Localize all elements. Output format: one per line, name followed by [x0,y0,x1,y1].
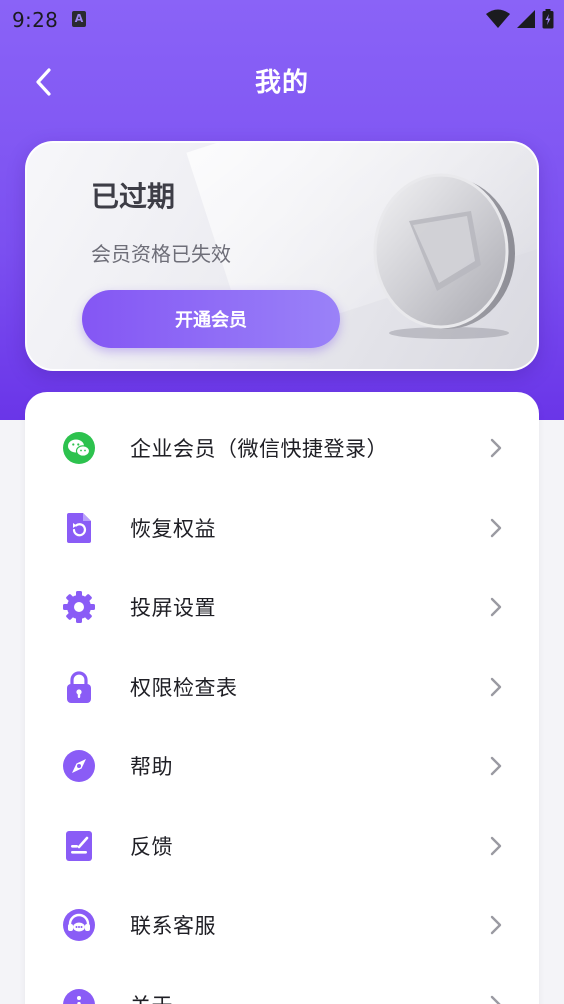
menu-item-label: 反馈 [130,834,173,859]
menu-item-contact-support[interactable]: 联系客服 [25,885,539,964]
menu-item-about[interactable]: 关于 [25,965,539,1004]
page-title: 我的 [254,68,309,98]
feedback-icon [62,829,96,863]
menu-card: 企业会员（微信快捷登录） 恢复权益 投屏设置 权限检查表 帮助 反馈 联系客服 [25,392,539,1004]
wifi-icon [486,9,510,28]
menu-item-label: 帮助 [130,754,173,779]
menu-item-label: 投屏设置 [130,595,216,620]
status-bar: 9:28 A [0,0,564,40]
menu-item-label: 企业会员（微信快捷登录） [130,436,388,461]
menu-item-cast-settings[interactable]: 投屏设置 [25,567,539,646]
my-page: 9:28 A 我的 已过期 会员资格已失效 开通会员 企业会员（微信快捷登录） … [0,0,564,1004]
chevron-right-icon [488,756,504,776]
chevron-right-icon [488,438,504,458]
silver-coin-icon [373,173,515,339]
menu-item-enterprise-member[interactable]: 企业会员（微信快捷登录） [25,408,539,487]
menu-item-label: 权限检查表 [130,675,238,700]
menu-item-help[interactable]: 帮助 [25,726,539,805]
signal-icon [517,10,535,28]
chevron-right-icon [488,915,504,935]
info-icon [62,988,96,1004]
membership-subtitle: 会员资格已失效 [91,242,231,266]
restore-icon [62,511,96,545]
chevron-right-icon [488,518,504,538]
menu-item-label: 恢复权益 [130,516,216,541]
menu-item-permission-checklist[interactable]: 权限检查表 [25,647,539,726]
menu-item-label: 关于 [130,990,173,1004]
membership-card: 已过期 会员资格已失效 开通会员 [25,141,539,371]
compass-icon [62,749,96,783]
chevron-right-icon [488,995,504,1004]
chevron-right-icon [488,597,504,617]
menu-item-feedback[interactable]: 反馈 [25,806,539,885]
status-icons [486,9,554,29]
a-icon: A [72,11,86,27]
battery-icon [542,9,554,29]
headset-icon [62,908,96,942]
menu-item-restore-rights[interactable]: 恢复权益 [25,488,539,567]
activate-membership-button[interactable]: 开通会员 [82,290,340,348]
gear-icon [62,590,96,624]
lock-icon [62,670,96,704]
wechat-icon [62,431,96,465]
menu-item-label: 联系客服 [130,913,216,938]
membership-status: 已过期 [91,180,176,213]
chevron-right-icon [488,836,504,856]
chevron-right-icon [488,677,504,697]
status-time: 9:28 [12,8,59,32]
